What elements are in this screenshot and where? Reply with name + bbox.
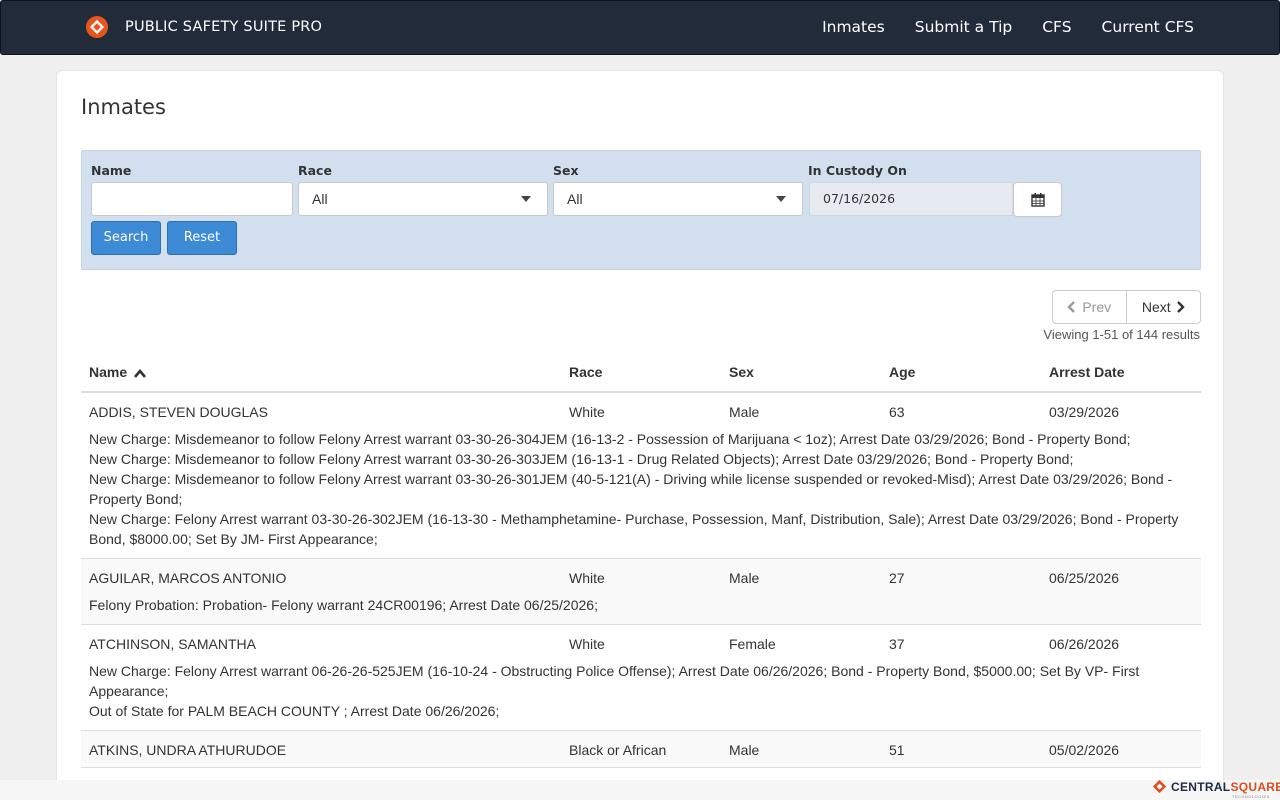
race-filter-label: Race xyxy=(298,163,332,178)
chevron-left-icon xyxy=(1067,301,1076,313)
inmate-sex: Male xyxy=(729,404,760,420)
sex-filter-value: All xyxy=(567,191,583,207)
inmate-arrest-date: 06/25/2026 xyxy=(1049,570,1120,586)
centralsquare-logo-icon xyxy=(1152,779,1167,794)
charge-line: New Charge: Misdemeanor to follow Felony… xyxy=(89,451,1074,467)
brand[interactable]: PUBLIC SAFETY SUITE PRO xyxy=(85,15,322,39)
nav-link-current-cfs[interactable]: Current CFS xyxy=(1102,18,1194,36)
name-filter-label: Name xyxy=(91,163,132,178)
table-header: Name Race Sex Age Arrest Date xyxy=(81,360,1201,393)
footer-brand-logo: CENTRALSQUARE TECHNOLOGIES xyxy=(1152,779,1280,799)
charge-line: Felony Probation: Probation- Felony warr… xyxy=(89,597,598,613)
inmate-race: White xyxy=(569,570,605,586)
charge-line: Out of State for PALM BEACH COUNTY ; Arr… xyxy=(89,703,500,719)
inmate-arrest-date: 06/26/2026 xyxy=(1049,636,1120,652)
reset-button[interactable]: Reset xyxy=(167,221,237,255)
table-row[interactable]: ATKINS, UNDRA ATHURUDOE Black or African… xyxy=(81,731,1201,768)
brand-logo-icon xyxy=(86,16,108,38)
sex-filter-select[interactable]: All xyxy=(553,182,803,216)
nav-link-cfs[interactable]: CFS xyxy=(1042,18,1071,36)
charge-details: New Charge: Misdemeanor to follow Felony… xyxy=(81,429,1201,558)
inmate-arrest-date: 05/02/2026 xyxy=(1049,742,1120,758)
inmate-name: AGUILAR, MARCOS ANTONIO xyxy=(89,570,287,586)
inmate-age: 37 xyxy=(889,636,905,652)
inmate-race: White xyxy=(569,636,605,652)
race-filter-value: All xyxy=(312,191,328,207)
search-button[interactable]: Search xyxy=(91,221,161,255)
prev-page-button[interactable]: Prev xyxy=(1053,291,1127,323)
pagination: Prev Next xyxy=(1052,290,1201,324)
footer-brand-part-a: CENTRAL xyxy=(1171,779,1231,794)
table-row[interactable]: ATCHINSON, SAMANTHA White Female 37 06/2… xyxy=(81,625,1201,731)
main-nav: Inmates Submit a Tip CFS Current CFS xyxy=(792,18,1194,36)
bottom-strip xyxy=(0,780,1280,800)
prev-page-label: Prev xyxy=(1082,299,1112,315)
calendar-icon xyxy=(1031,193,1045,207)
charge-line: New Charge: Felony Arrest warrant 03-30-… xyxy=(89,511,1179,547)
charge-details: New Charge: Felony Arrest warrant 06-26-… xyxy=(81,661,1201,730)
inmate-age: 63 xyxy=(889,404,905,420)
sex-filter-label: Sex xyxy=(553,163,579,178)
inmate-race: Black or African xyxy=(569,742,667,758)
name-filter-input[interactable] xyxy=(91,182,293,216)
inmate-sex: Male xyxy=(729,742,760,758)
calendar-button[interactable] xyxy=(1013,182,1062,217)
inmate-name: ATKINS, UNDRA ATHURUDOE xyxy=(89,742,287,758)
table-row[interactable]: ADDIS, STEVEN DOUGLAS White Male 63 03/2… xyxy=(81,393,1201,559)
header-sex[interactable]: Sex xyxy=(729,364,754,380)
filter-panel: Name Race All Sex All In Custody On 07/1… xyxy=(81,150,1201,270)
top-navbar: PUBLIC SAFETY SUITE PRO Inmates Submit a… xyxy=(0,0,1280,55)
content-panel: Inmates Name Race All Sex All In Custody… xyxy=(56,70,1224,800)
page-title: Inmates xyxy=(81,95,166,119)
custody-date-label: In Custody On xyxy=(808,163,907,178)
race-filter-select[interactable]: All xyxy=(298,182,548,216)
nav-link-inmates[interactable]: Inmates xyxy=(822,18,885,36)
inmate-name: ATCHINSON, SAMANTHA xyxy=(89,636,256,652)
dropdown-caret-icon xyxy=(776,196,786,202)
nav-link-submit-tip[interactable]: Submit a Tip xyxy=(915,18,1012,36)
next-page-button[interactable]: Next xyxy=(1127,291,1201,323)
inmate-name: ADDIS, STEVEN DOUGLAS xyxy=(89,404,268,420)
app-title: PUBLIC SAFETY SUITE PRO xyxy=(125,19,323,35)
charge-line: New Charge: Misdemeanor to follow Felony… xyxy=(89,431,1131,447)
inmates-table: Name Race Sex Age Arrest Date ADDIS, STE… xyxy=(81,360,1201,768)
footer-brand-text: CENTRALSQUARE xyxy=(1171,780,1280,794)
inmate-age: 27 xyxy=(889,570,905,586)
charge-details: Felony Probation: Probation- Felony warr… xyxy=(81,595,1201,624)
footer-brand-part-b: SQUARE xyxy=(1230,779,1280,794)
inmate-sex: Female xyxy=(729,636,776,652)
header-race[interactable]: Race xyxy=(569,364,602,380)
results-count: Viewing 1-51 of 144 results xyxy=(1043,327,1200,342)
header-arrest-date[interactable]: Arrest Date xyxy=(1049,364,1124,380)
header-name[interactable]: Name xyxy=(89,364,147,380)
inmate-age: 51 xyxy=(889,742,905,758)
inmate-sex: Male xyxy=(729,570,760,586)
header-name-label: Name xyxy=(89,364,128,380)
footer-brand-subtitle: TECHNOLOGIES xyxy=(1232,794,1270,799)
next-page-label: Next xyxy=(1141,299,1171,315)
custody-date-input[interactable]: 07/16/2026 xyxy=(809,182,1013,216)
header-age[interactable]: Age xyxy=(889,364,915,380)
charge-line: New Charge: Misdemeanor to follow Felony… xyxy=(89,471,1173,507)
chevron-right-icon xyxy=(1176,301,1185,313)
sort-ascending-icon xyxy=(134,368,147,378)
inmate-arrest-date: 03/29/2026 xyxy=(1049,404,1120,420)
dropdown-caret-icon xyxy=(521,196,531,202)
charge-line: New Charge: Felony Arrest warrant 06-26-… xyxy=(89,663,1140,699)
inmate-race: White xyxy=(569,404,605,420)
table-row[interactable]: AGUILAR, MARCOS ANTONIO White Male 27 06… xyxy=(81,559,1201,625)
